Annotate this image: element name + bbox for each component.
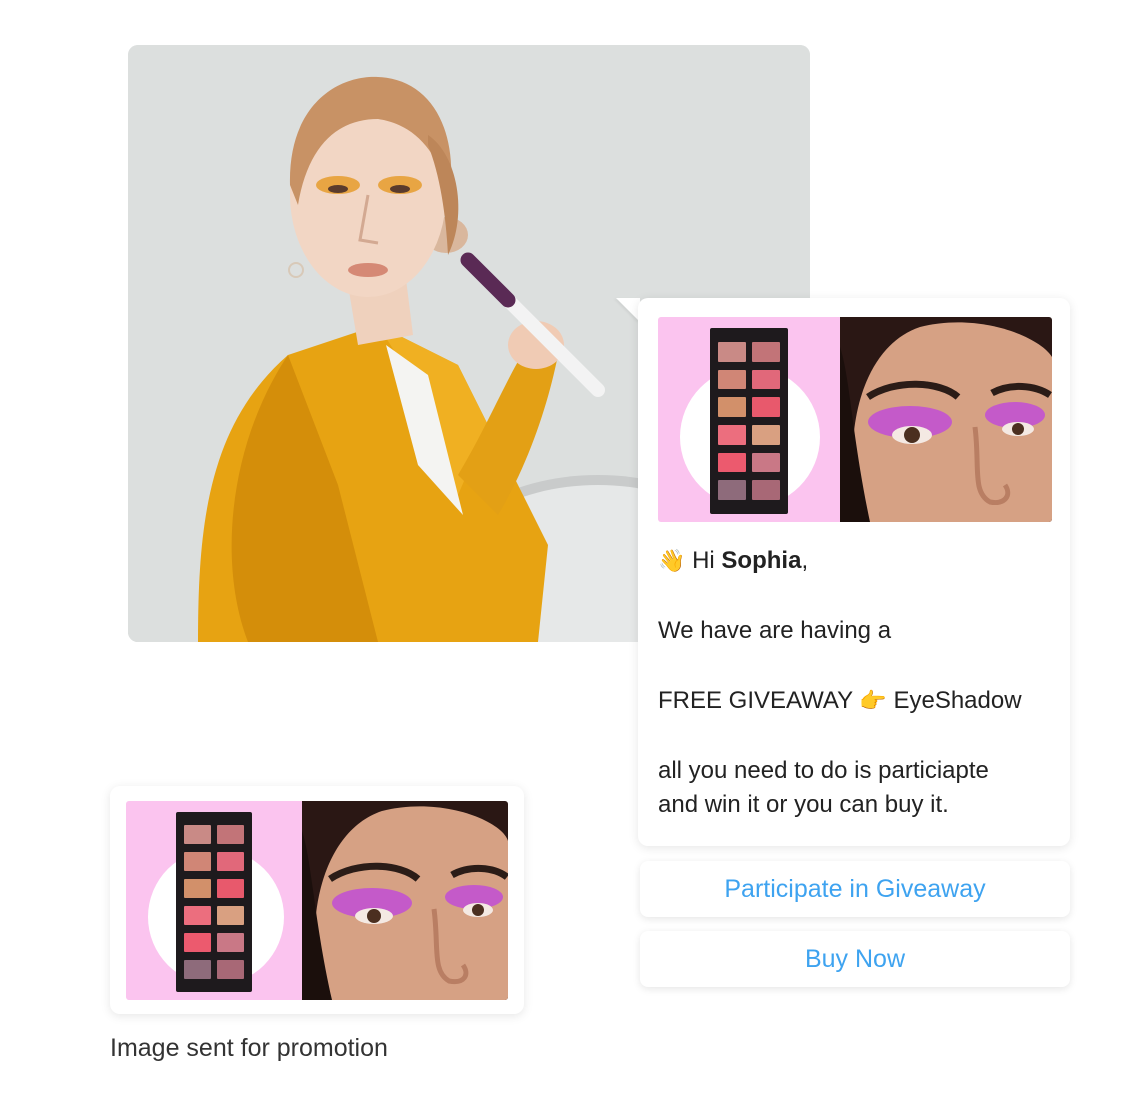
greeting-prefix: Hi (692, 547, 715, 574)
recipient-name: Sophia (721, 547, 802, 574)
promo-thumbnail-left-panel (126, 801, 302, 1000)
eyeshadow-palette-thumbnail (176, 812, 252, 992)
message-line-3b: and win it or you can buy it. (658, 791, 949, 818)
giveaway-label: FREE GIVEAWAY (658, 687, 853, 714)
stage: 👋 Hi Sophia, We have are having a FREE G… (0, 0, 1126, 1116)
promo-image-left-panel (658, 317, 840, 522)
image-caption: Image sent for promotion (110, 1034, 388, 1062)
message-line-1: We have are having a (658, 617, 892, 644)
product-name: EyeShadow (893, 687, 1022, 714)
promo-model-eye-photo (840, 317, 1052, 522)
promo-image (658, 317, 1052, 522)
waving-hand-icon: 👋 (658, 549, 686, 574)
chat-message-bubble: 👋 Hi Sophia, We have are having a FREE G… (638, 298, 1070, 846)
message-line-2: FREE GIVEAWAY 👉 EyeShadow (658, 684, 1022, 719)
promo-thumbnail-eye-photo (302, 801, 508, 1000)
eyeshadow-palette (710, 328, 788, 514)
message-line-3a: all you need to do is particiapte (658, 757, 989, 784)
greeting-line: 👋 Hi Sophia, (658, 544, 808, 579)
bubble-tail (616, 298, 640, 322)
pointing-hand-icon: 👉 (859, 689, 887, 714)
buy-now-button[interactable]: Buy Now (640, 931, 1070, 987)
promotion-image-card (110, 786, 524, 1014)
greeting-suffix: , (801, 547, 809, 574)
participate-giveaway-button[interactable]: Participate in Giveaway (640, 861, 1070, 917)
promo-image-thumbnail (126, 801, 508, 1000)
